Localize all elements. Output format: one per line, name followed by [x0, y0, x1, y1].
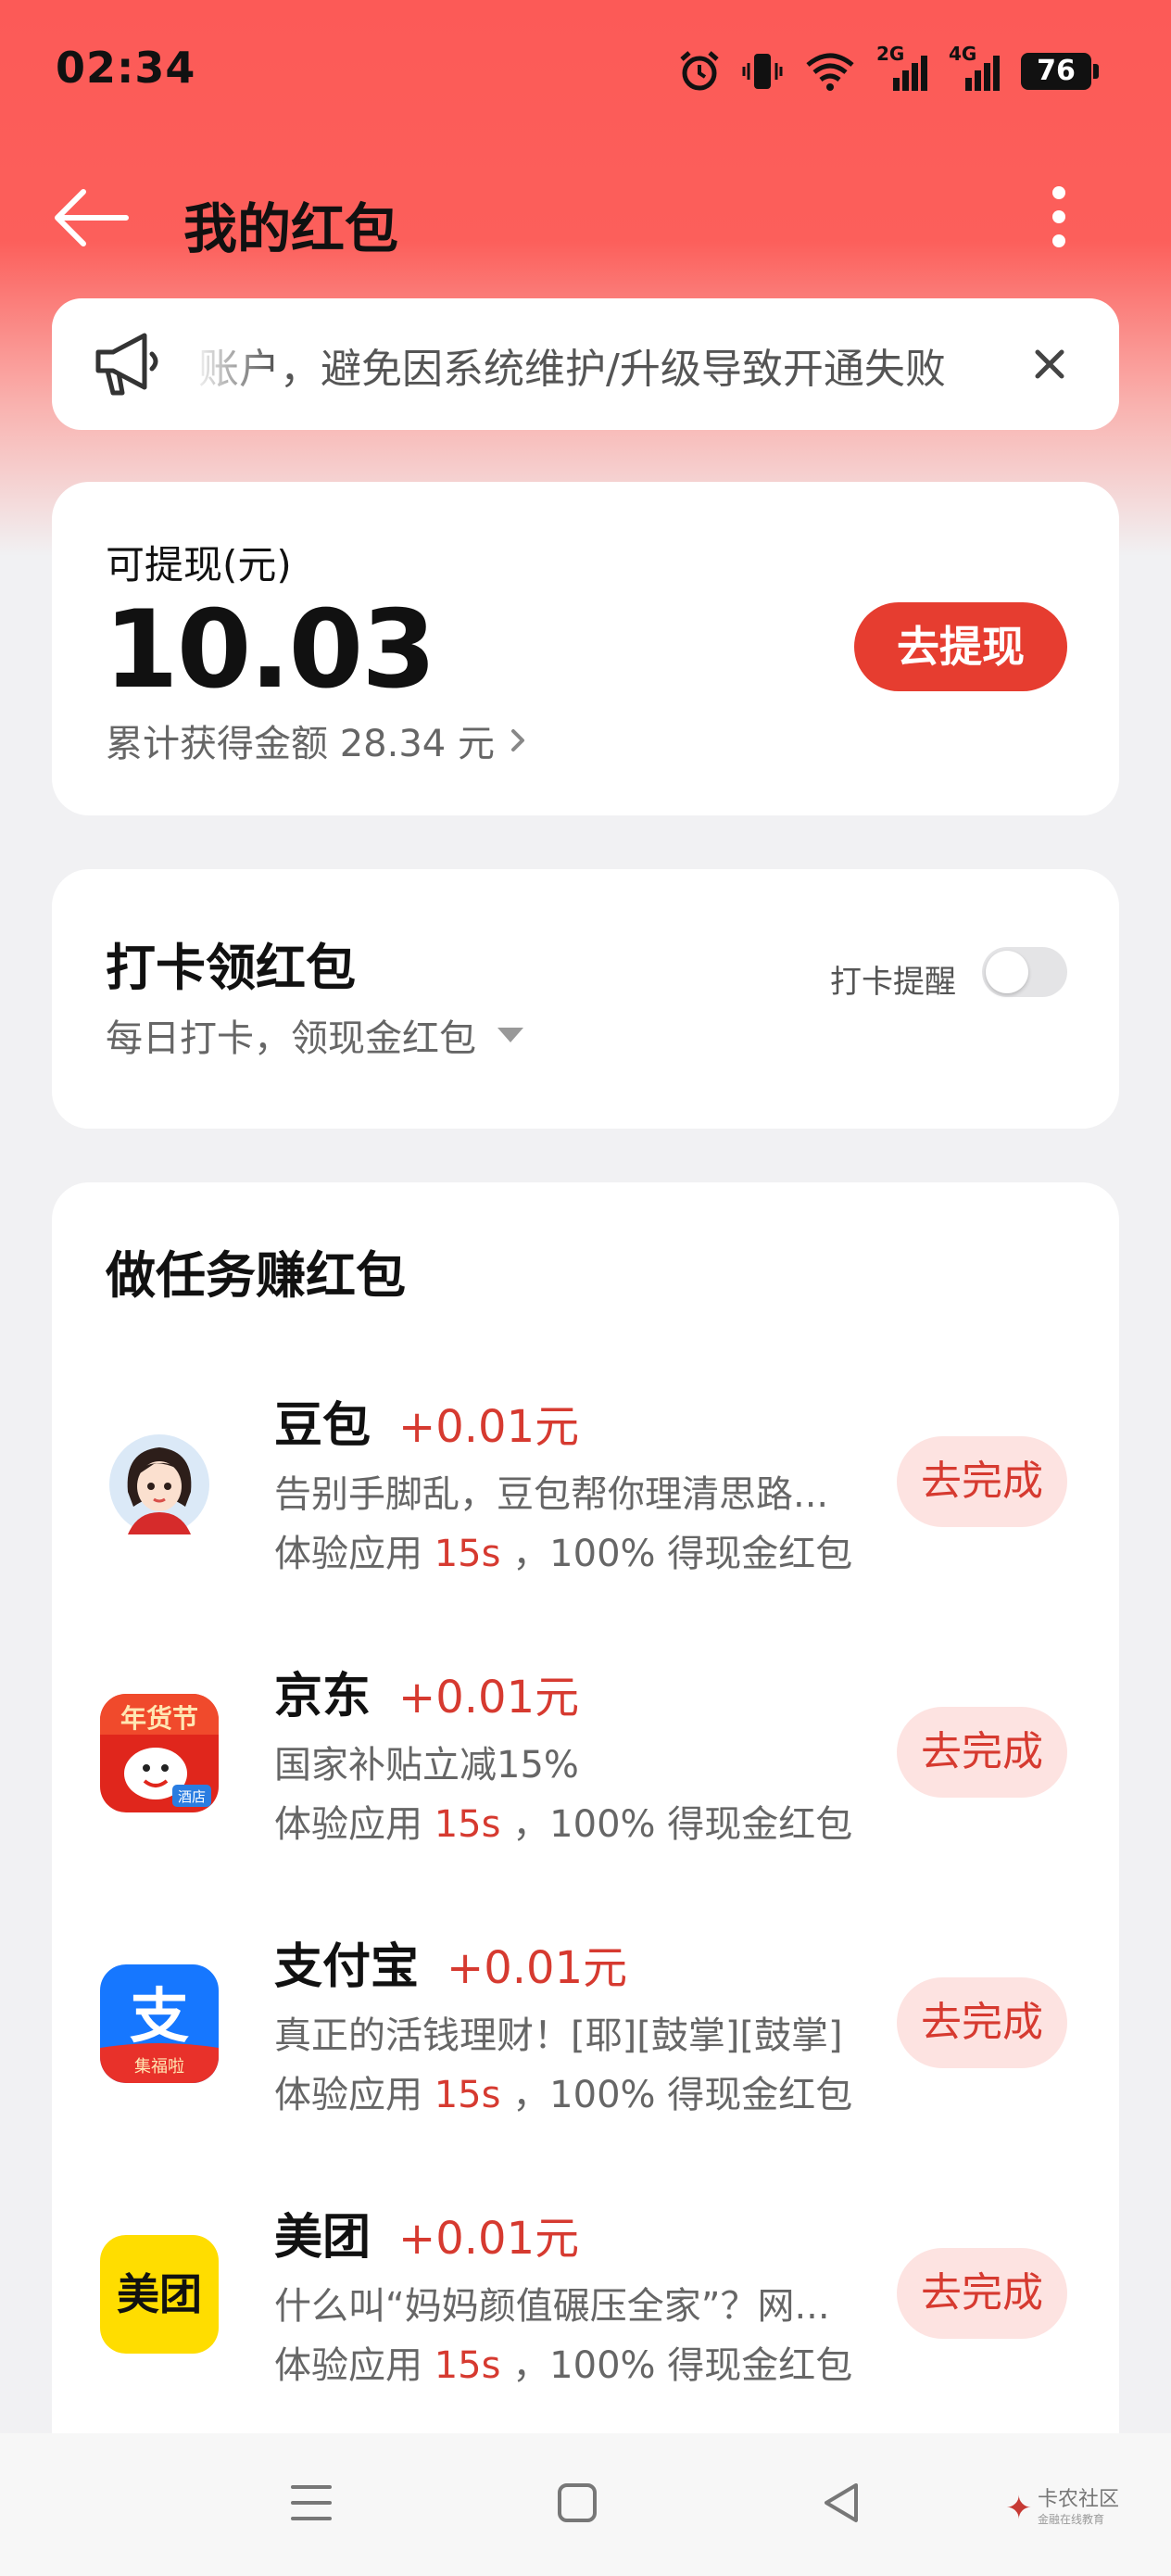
tasks-title: 做任务赚红包 — [106, 1246, 406, 1305]
close-icon[interactable] — [1026, 341, 1073, 387]
signal-4g-label: 4G — [949, 43, 977, 65]
checkin-title: 打卡领红包 — [106, 939, 356, 997]
task-item: 支 集福啦 支付宝 +0.01元 真正的活钱理财！[耶][鼓掌][鼓掌] 体验应… — [52, 1905, 1119, 2137]
meituan-app-icon: 美团 — [100, 2235, 219, 2354]
task-meta-prefix: 体验应用 — [274, 1533, 422, 1575]
task-meta-time: 15s — [434, 2344, 501, 2387]
signal-4g-icon: 4G — [949, 43, 1001, 93]
notice-fade-left — [191, 298, 274, 430]
watermark-subtext: 金融在线教育 — [1037, 2513, 1104, 2527]
task-meta: 体验应用 15s ，100% 得现金红包 — [274, 2335, 852, 2389]
wifi-icon — [806, 53, 854, 91]
caret-down-icon — [497, 1028, 523, 1042]
megaphone-icon — [95, 333, 158, 396]
checkin-expand[interactable]: 每日打卡，领现金红包 — [106, 1008, 526, 1062]
checkin-card: 打卡领红包 每日打卡，领现金红包 打卡提醒 — [52, 869, 1119, 1129]
task-meta-prefix: 体验应用 — [274, 2344, 422, 2387]
jd-icon-text: 年货节 — [120, 1703, 198, 1734]
system-nav-bar: ✦ 卡农社区 金融在线教育 — [0, 2433, 1171, 2576]
toggle-knob — [986, 951, 1028, 993]
task-reward: +0.01元 — [398, 1672, 580, 1724]
task-meta-time: 15s — [434, 1533, 501, 1575]
back-arrow-icon[interactable] — [52, 187, 130, 248]
task-description: 国家补贴立减15% — [274, 1744, 579, 1787]
task-complete-button[interactable]: 去完成 — [897, 1977, 1067, 2068]
back-triangle-icon[interactable] — [819, 2480, 863, 2526]
total-earned-text: 累计获得金额 28.34 元 — [106, 723, 495, 765]
checkin-remind-label: 打卡提醒 — [830, 964, 956, 1001]
chevron-right-icon — [510, 729, 524, 751]
task-title-row: 美团 +0.01元 — [274, 2198, 579, 2267]
meituan-icon-text: 美团 — [117, 2269, 202, 2319]
task-description: 真正的活钱理财！[耶][鼓掌][鼓掌] — [274, 2014, 843, 2057]
task-name: 京东 — [274, 1669, 371, 1724]
menu-icon[interactable] — [289, 2481, 334, 2524]
task-meta-suffix: ，100% 得现金红包 — [512, 1533, 853, 1575]
alipay-app-icon: 支 集福啦 — [100, 1964, 219, 2083]
page-title: 我的红包 — [183, 197, 399, 260]
task-reward: +0.01元 — [447, 1942, 628, 1994]
status-time: 02:34 — [56, 43, 196, 93]
signal-2g-label: 2G — [876, 43, 905, 65]
status-icons: 2G 4G 76 — [678, 43, 1099, 96]
watermark-mark-icon: ✦ — [1005, 2489, 1032, 2527]
task-title-row: 豆包 +0.01元 — [274, 1386, 579, 1456]
task-name: 美团 — [274, 2210, 371, 2266]
jd-icon-badge: 酒店 — [178, 1788, 206, 1805]
task-meta-suffix: ，100% 得现金红包 — [512, 1803, 853, 1846]
task-complete-button[interactable]: 去完成 — [897, 1436, 1067, 1527]
app-header: 我的红包 — [0, 167, 1171, 269]
notice-text: 账户，避免因系统维护/升级导致开通失败 — [198, 346, 946, 393]
home-square-icon[interactable] — [556, 2481, 598, 2524]
jd-app-icon: 年货节 酒店 — [100, 1694, 219, 1812]
task-meta-prefix: 体验应用 — [274, 1803, 422, 1846]
watermark-logo: ✦ 卡农社区 金融在线教育 — [1005, 2488, 1119, 2527]
alipay-icon-glyph: 支 — [130, 1983, 189, 2052]
task-meta: 体验应用 15s ，100% 得现金红包 — [274, 2065, 852, 2118]
balance-label: 可提现(元) — [106, 542, 292, 587]
task-item: 年货节 酒店 京东 +0.01元 国家补贴立减15% 体验应用 15s ，100… — [52, 1635, 1119, 1866]
task-meta-time: 15s — [434, 1803, 501, 1846]
task-title-row: 支付宝 +0.01元 — [274, 1927, 627, 1997]
alarm-icon — [680, 51, 719, 91]
task-meta-time: 15s — [434, 2074, 501, 2116]
task-complete-button[interactable]: 去完成 — [897, 1707, 1067, 1798]
task-meta: 体验应用 15s ，100% 得现金红包 — [274, 1794, 852, 1848]
task-item: 美团 美团 +0.01元 什么叫“妈妈颜值碾压全家”？网... 体验应用 15s… — [52, 2176, 1119, 2407]
task-meta-prefix: 体验应用 — [274, 2074, 422, 2116]
task-description: 什么叫“妈妈颜值碾压全家”？网... — [274, 2285, 830, 2328]
signal-2g-icon: 2G — [876, 43, 928, 93]
task-title-row: 京东 +0.01元 — [274, 1657, 579, 1726]
checkin-remind-toggle[interactable] — [982, 947, 1067, 997]
vibrate-icon — [742, 54, 783, 89]
more-options-icon[interactable] — [1047, 183, 1071, 250]
tasks-card: 做任务赚红包 豆包 +0.01元 告别手脚乱，豆包帮你理清思路... 体验应用 … — [52, 1182, 1119, 2576]
task-name: 支付宝 — [274, 1939, 420, 1995]
status-bar: 02:34 2G 4G 76 — [0, 0, 1171, 139]
watermark-text: 卡农社区 — [1037, 2488, 1119, 2511]
checkin-subtitle: 每日打卡，领现金红包 — [106, 1017, 476, 1060]
alipay-icon-band: 集福啦 — [134, 2057, 184, 2077]
withdraw-button[interactable]: 去提现 — [854, 602, 1067, 691]
task-complete-button[interactable]: 去完成 — [897, 2248, 1067, 2339]
task-reward: +0.01元 — [398, 2213, 580, 2265]
doubao-app-icon — [100, 1423, 219, 1542]
task-description: 告别手脚乱，豆包帮你理清思路... — [274, 1473, 829, 1516]
balance-amount: 10.03 — [104, 587, 436, 713]
notice-bar: 账户，避免因系统维护/升级导致开通失败 — [52, 298, 1119, 430]
total-earned-link[interactable]: 累计获得金额 28.34 元 — [106, 713, 530, 767]
task-meta-suffix: ，100% 得现金红包 — [512, 2344, 853, 2387]
task-name: 豆包 — [274, 1398, 371, 1454]
task-meta-suffix: ，100% 得现金红包 — [512, 2074, 853, 2116]
task-item: 豆包 +0.01元 告别手脚乱，豆包帮你理清思路... 体验应用 15s ，10… — [52, 1364, 1119, 1596]
task-reward: +0.01元 — [398, 1401, 580, 1453]
task-meta: 体验应用 15s ，100% 得现金红包 — [274, 1523, 852, 1577]
balance-card: 可提现(元) 10.03 去提现 累计获得金额 28.34 元 — [52, 482, 1119, 815]
battery-icon: 76 — [1021, 53, 1099, 90]
